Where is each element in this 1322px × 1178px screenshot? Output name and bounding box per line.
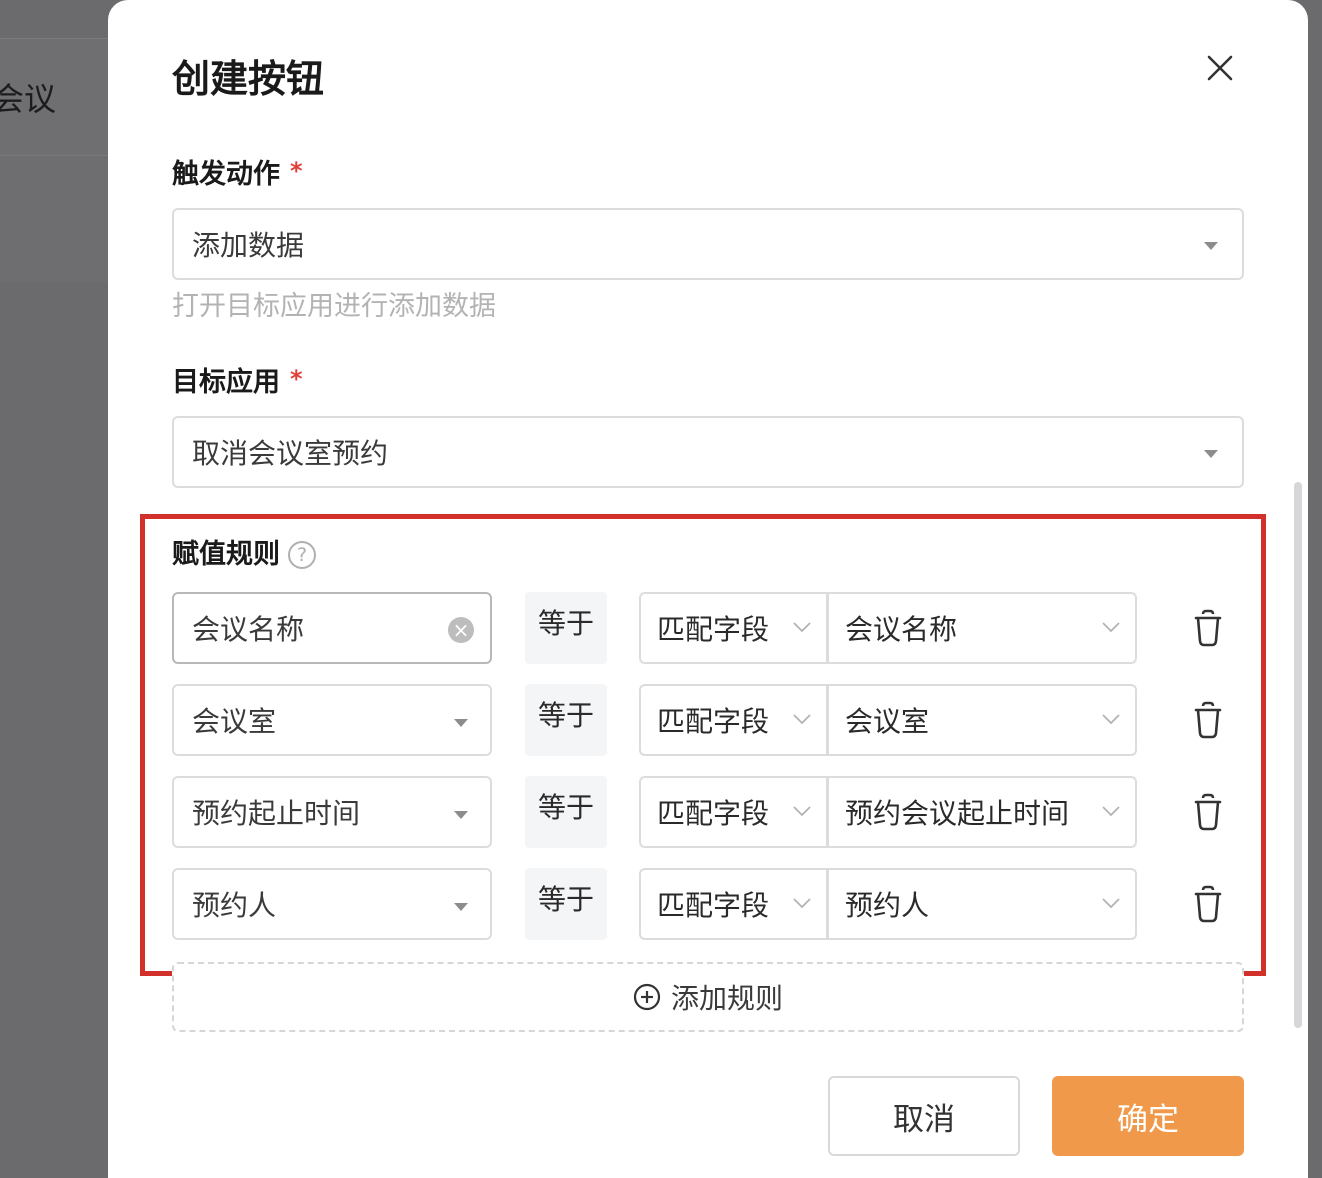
trash-icon[interactable] [1192,884,1224,924]
chevron-down-icon [793,806,811,817]
close-icon [1207,55,1233,81]
rule-type-select[interactable]: 匹配字段 [639,684,828,756]
trigger-action-help: 打开目标应用进行添加数据 [172,291,496,322]
chevron-down-icon [1102,622,1120,633]
add-rule-button[interactable]: 添加规则 [172,962,1244,1032]
rule-operator: 等于 [525,592,607,664]
caret-down-icon [454,903,468,911]
create-button-modal: 创建按钮 触发动作 * 添加数据 打开目标应用进行添加数据 目标应用 * 取消会议室… [108,0,1308,1178]
target-app-label: 目标应用 * [172,360,303,399]
rule-field-select[interactable]: 预约起止时间 [172,776,492,848]
rule-value-select[interactable]: 会议名称 [827,592,1137,664]
required-mark: * [290,365,303,393]
assignment-rules-label-text: 赋值规则 [172,539,280,570]
caret-down-icon [1204,242,1218,250]
close-button[interactable] [1202,50,1238,86]
rule-row: 预约起止时间 等于 匹配字段 预约会议起止时间 [172,776,1252,848]
trigger-action-label-text: 触发动作 [172,159,280,190]
cancel-button[interactable]: 取消 [828,1076,1020,1156]
add-rule-label: 添加规则 [670,982,783,1015]
chevron-down-icon [1102,806,1120,817]
rule-row: 会议室 等于 匹配字段 会议室 [172,684,1252,756]
chevron-down-icon [793,714,811,725]
rule-row: 会议名称 × 等于 匹配字段 会议名称 [172,592,1252,664]
assignment-rules-label: 赋值规则? [172,532,316,571]
rule-type-value: 匹配字段 [657,889,770,922]
trigger-action-select[interactable]: 添加数据 [172,208,1244,280]
rule-type-value: 匹配字段 [657,797,770,830]
target-app-select[interactable]: 取消会议室预约 [172,416,1244,488]
background-header-text: 会议 [0,80,57,118]
chevron-down-icon [793,622,811,633]
rule-value-select[interactable]: 会议室 [827,684,1137,756]
rule-value-value: 预约人 [845,889,930,922]
rule-value-value: 会议名称 [845,613,958,646]
rule-field-select[interactable]: 预约人 [172,868,492,940]
rule-type-value: 匹配字段 [657,613,770,646]
rule-value-select[interactable]: 预约会议起止时间 [827,776,1137,848]
caret-down-icon [1204,450,1218,458]
chevron-down-icon [1102,898,1120,909]
required-mark: * [290,157,303,185]
rule-field-value: 会议名称 [192,613,305,646]
rule-field-select[interactable]: 会议室 [172,684,492,756]
rule-operator: 等于 [525,684,607,756]
trash-icon[interactable] [1192,792,1224,832]
rule-operator: 等于 [525,776,607,848]
chevron-down-icon [793,898,811,909]
rule-row: 预约人 等于 匹配字段 预约人 [172,868,1252,940]
target-app-value: 取消会议室预约 [192,437,389,470]
rule-type-select[interactable]: 匹配字段 [639,776,828,848]
rule-type-value: 匹配字段 [657,705,770,738]
rule-field-value: 预约起止时间 [192,797,361,830]
rule-field-value: 预约人 [192,889,277,922]
chevron-down-icon [1102,714,1120,725]
plus-circle-icon [633,983,661,1011]
modal-scrollbar[interactable] [1294,482,1302,1028]
modal-title: 创建按钮 [172,57,325,101]
rule-value-value: 会议室 [845,705,930,738]
confirm-button[interactable]: 确定 [1052,1076,1244,1156]
rule-type-select[interactable]: 匹配字段 [639,592,828,664]
rule-field-value: 会议室 [192,705,277,738]
clear-icon[interactable]: × [448,617,474,643]
trigger-action-value: 添加数据 [192,229,305,262]
trigger-action-label: 触发动作 * [172,152,303,191]
caret-down-icon [454,811,468,819]
trash-icon[interactable] [1192,700,1224,740]
rule-value-value: 预约会议起止时间 [845,797,1070,830]
rule-operator: 等于 [525,868,607,940]
target-app-label-text: 目标应用 [172,367,280,398]
rule-value-select[interactable]: 预约人 [827,868,1137,940]
trash-icon[interactable] [1192,608,1224,648]
rule-field-select[interactable]: 会议名称 × [172,592,492,664]
caret-down-icon [454,719,468,727]
help-icon[interactable]: ? [288,541,316,569]
rule-type-select[interactable]: 匹配字段 [639,868,828,940]
